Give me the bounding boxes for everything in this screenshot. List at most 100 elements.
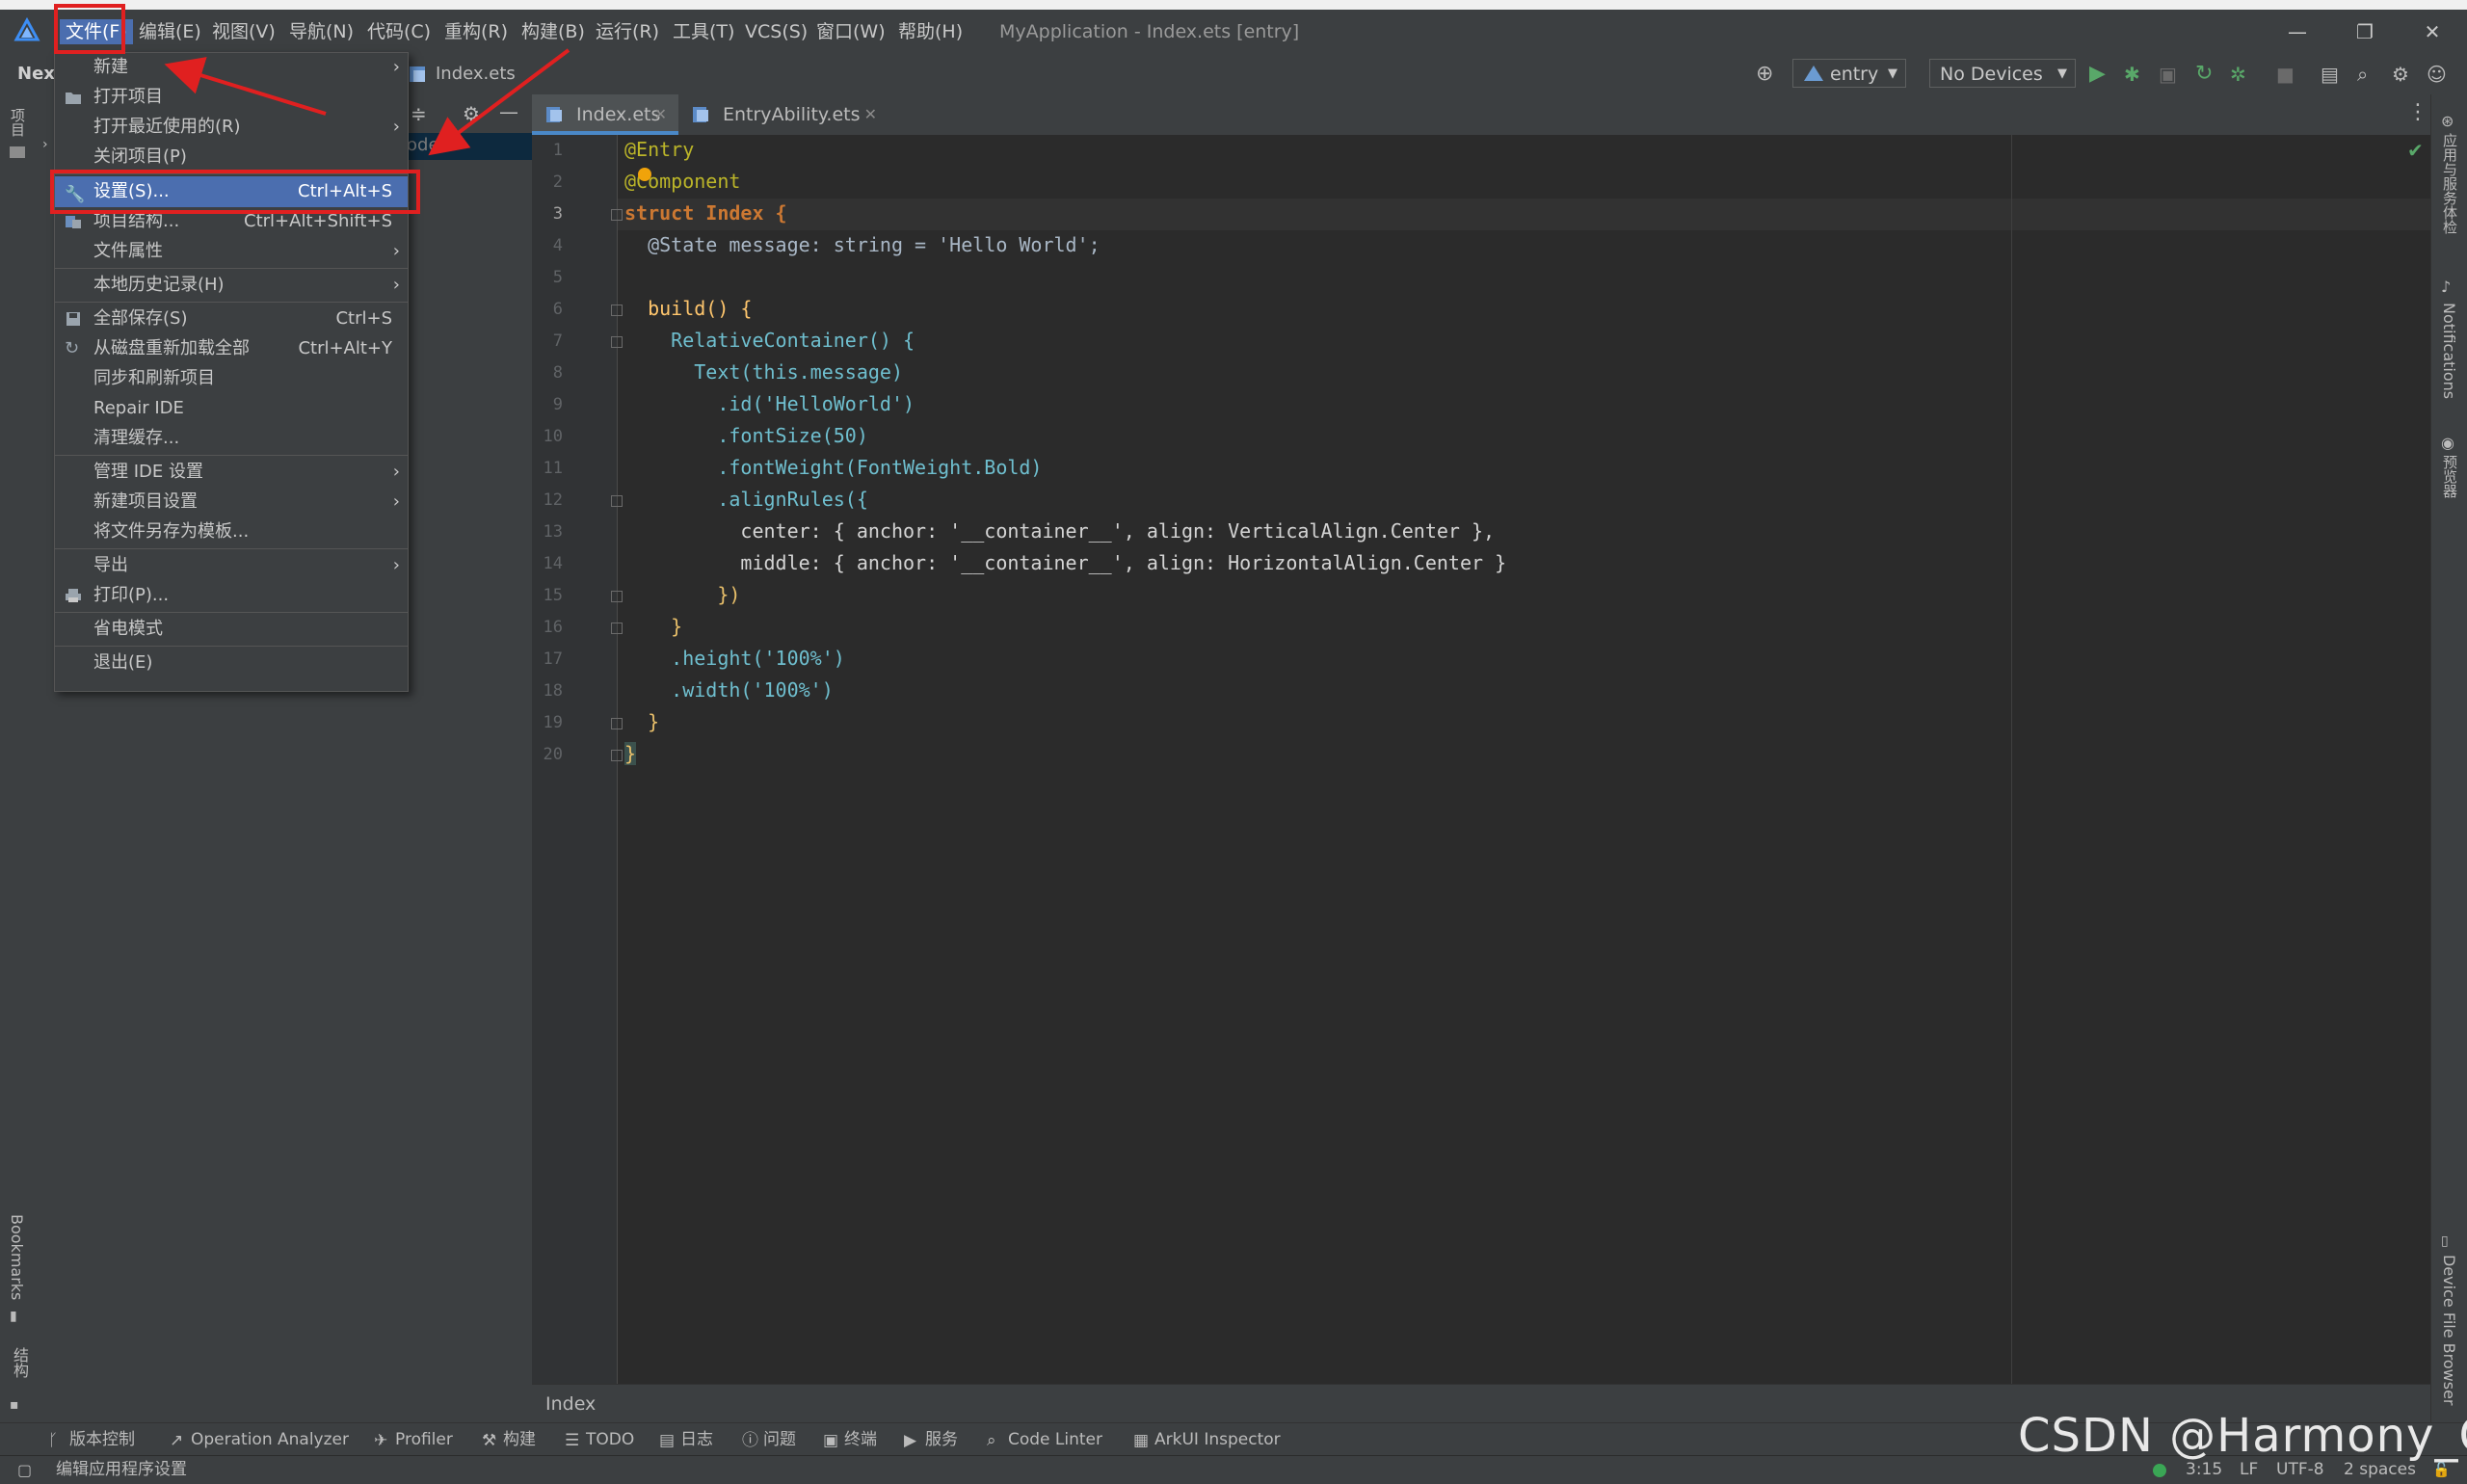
fold-marker[interactable] <box>611 209 623 221</box>
menu-window[interactable]: 窗口(W) <box>816 19 886 44</box>
info-icon: ⓘ <box>742 1431 758 1450</box>
tool-problems[interactable]: ⓘ 问题 <box>742 1423 796 1456</box>
device-file-browser-tool-label[interactable]: Device File Browser <box>2440 1255 2458 1406</box>
menu-item-label: 管理 IDE 设置 <box>93 462 203 482</box>
right-tool-rail: ⊛ 应用与服务体检 ♪ Notifications ◉ 预览器 ▯ Device… <box>2430 94 2467 1422</box>
menu-item-new-project-settings[interactable]: 新建项目设置 › <box>55 488 408 517</box>
menu-item-save-as-template[interactable]: 将文件另存为模板... <box>55 517 408 546</box>
apply-changes-icon[interactable]: ↻ <box>2195 60 2213 89</box>
submenu-arrow-icon: › <box>392 275 400 295</box>
menu-help[interactable]: 帮助(H) <box>898 19 963 44</box>
menu-item-exit[interactable]: 退出(E) <box>55 649 408 677</box>
menu-item-print[interactable]: 打印(P)... <box>55 581 408 610</box>
menu-item-power-save-mode[interactable]: 省电模式 <box>55 615 408 644</box>
profile-icon[interactable]: ✲ <box>2230 60 2246 89</box>
notifications-tool-label[interactable]: Notifications <box>2440 303 2458 399</box>
status-message: 编辑应用程序设置 <box>56 1460 187 1479</box>
code-line: .fontWeight(FontWeight.Bold) <box>624 456 1043 479</box>
chevron-down-icon: ▼ <box>2057 66 2067 81</box>
code-line: .id('HelloWorld') <box>624 392 915 415</box>
tool-operation-analyzer[interactable]: ↗ Operation Analyzer <box>170 1423 349 1456</box>
fold-marker[interactable] <box>611 591 623 602</box>
restore-icon[interactable]: ❐ <box>2346 17 2384 46</box>
menu-item-manage-ide-settings[interactable]: 管理 IDE 设置 › <box>55 458 408 487</box>
menu-item-local-history[interactable]: 本地历史记录(H) › <box>55 271 408 300</box>
fold-marker[interactable] <box>611 305 623 316</box>
play-circle-icon: ▶ <box>904 1431 917 1450</box>
tool-version-control[interactable]: ᚴ 版本控制 <box>48 1423 135 1456</box>
fold-marker[interactable] <box>611 718 623 729</box>
run-config-selector[interactable]: entry ▼ <box>1792 59 1906 88</box>
editor-tabs: Index.ets ✕ EntryAbility.ets ✕ ⋮ <box>532 94 2430 136</box>
gear-icon[interactable]: ⚙ <box>2392 60 2409 89</box>
menu-separator <box>55 646 408 647</box>
tool-label: 服务 <box>925 1430 958 1449</box>
code-line: struct Index { <box>624 201 787 225</box>
print-icon <box>66 589 81 602</box>
menu-item-label: 导出 <box>93 555 128 575</box>
menu-separator <box>55 302 408 303</box>
menu-vcs[interactable]: VCS(S) <box>745 19 808 44</box>
menu-item-export[interactable]: 导出 › <box>55 551 408 580</box>
menu-item-sync-refresh[interactable]: 同步和刷新项目 <box>55 364 408 393</box>
code-line: } <box>624 742 637 765</box>
debug-icon[interactable]: ✱ <box>2124 60 2140 89</box>
tool-build[interactable]: ⚒ 构建 <box>482 1423 536 1456</box>
structure-tool-label[interactable]: 结构 <box>8 1347 31 1378</box>
hammer-icon: ⚒ <box>482 1431 497 1450</box>
tool-arkui-inspector[interactable]: ▦ ArkUI Inspector <box>1133 1423 1281 1456</box>
device-selector[interactable]: No Devices ▼ <box>1929 59 2076 88</box>
code-line: RelativeContainer() { <box>624 329 915 352</box>
bookmarks-tool-label[interactable]: Bookmarks <box>8 1214 26 1300</box>
line-number: 18 <box>543 681 563 701</box>
tab-entryability-ets[interactable]: EntryAbility.ets ✕ <box>678 94 889 135</box>
menu-item-label: 省电模式 <box>93 619 163 639</box>
menu-item-file-properties[interactable]: 文件属性 › <box>55 237 408 266</box>
fold-marker[interactable] <box>611 750 623 761</box>
menu-item-repair-ide[interactable]: Repair IDE <box>55 394 408 423</box>
menu-item-label: 新建项目设置 <box>93 491 198 512</box>
tool-label: 日志 <box>680 1430 713 1449</box>
bell-icon: ♪ <box>2441 278 2452 296</box>
code-editor[interactable]: ✔ <box>617 135 2430 1384</box>
minimize-icon[interactable]: — <box>2278 17 2317 46</box>
layout-toggle-icon[interactable]: ▢ <box>17 1456 32 1484</box>
submenu-arrow-icon: › <box>392 491 400 512</box>
fold-marker[interactable] <box>611 495 623 507</box>
search-icon[interactable]: ⌕ <box>2357 60 2368 89</box>
menu-item-reload-all[interactable]: ↻ 从磁盘重新加载全部 Ctrl+Alt+Y <box>55 334 408 363</box>
tool-label: 构建 <box>503 1430 536 1449</box>
tool-code-linter[interactable]: ⌕ Code Linter <box>987 1423 1102 1456</box>
line-number: 7 <box>552 331 563 351</box>
menu-item-save-all[interactable]: 全部保存(S) Ctrl+S <box>55 305 408 333</box>
menu-item-label: Repair IDE <box>93 398 184 418</box>
close-window-icon[interactable]: ✕ <box>2413 17 2452 46</box>
tool-services[interactable]: ▶ 服务 <box>904 1423 958 1456</box>
code-line: @State message: string = 'Hello World'; <box>624 233 1101 256</box>
tool-log[interactable]: ▤ 日志 <box>659 1423 713 1456</box>
code-line: .alignRules({ <box>624 488 868 511</box>
account-icon[interactable]: ☺ <box>2427 60 2447 89</box>
fold-marker[interactable] <box>611 623 623 634</box>
tool-profiler[interactable]: ✈ Profiler <box>374 1423 453 1456</box>
line-number: 4 <box>552 236 563 255</box>
previewer-tool-label[interactable]: 预览器 <box>2440 455 2460 498</box>
more-tabs-icon[interactable]: ⋮ <box>2407 100 2428 124</box>
close-tab-icon[interactable]: ✕ <box>864 94 877 135</box>
menu-item-invalidate-caches[interactable]: 清理缓存... <box>55 424 408 453</box>
target-icon[interactable]: ⊕ <box>1756 60 1773 89</box>
line-number: 13 <box>543 522 563 542</box>
menu-item-label: 清理缓存... <box>93 428 180 448</box>
fold-marker[interactable] <box>611 336 623 348</box>
device-manager-icon[interactable]: ▤ <box>2321 60 2339 89</box>
annotation-arrow-left <box>164 57 327 116</box>
menu-item-shortcut: Ctrl+S <box>335 308 392 329</box>
eye-icon: ◉ <box>2441 434 2454 452</box>
menu-separator <box>55 612 408 613</box>
menu-tools[interactable]: 工具(T) <box>673 19 734 44</box>
run-icon[interactable]: ▶ <box>2089 60 2106 89</box>
tab-label: EntryAbility.ets <box>723 104 861 125</box>
tool-terminal[interactable]: ▣ 终端 <box>823 1423 877 1456</box>
tool-todo[interactable]: ☰ TODO <box>565 1423 634 1456</box>
app-health-tool-label[interactable]: 应用与服务体检 <box>2440 133 2460 234</box>
